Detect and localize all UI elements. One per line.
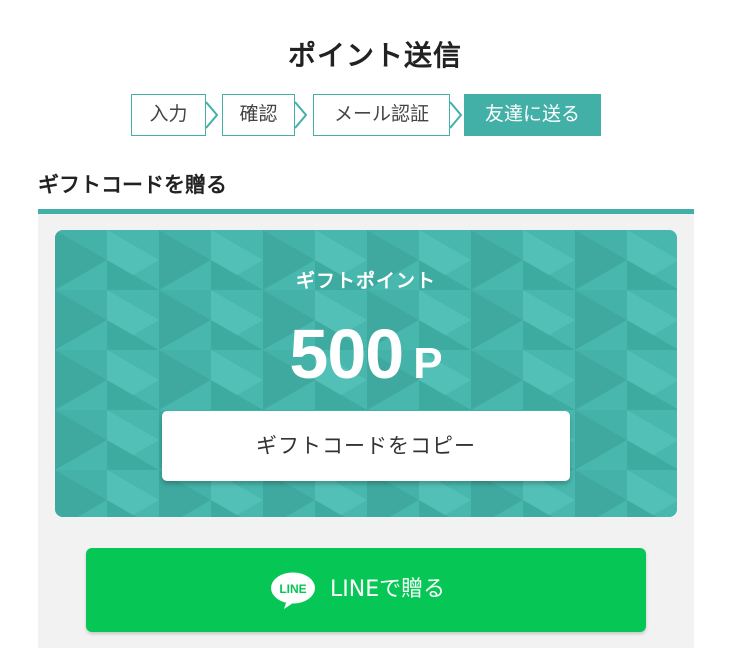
step-confirm: 確認 [222, 94, 295, 136]
step-input: 入力 [131, 94, 206, 136]
chevron-right-icon [205, 101, 219, 129]
chevron-right-icon [294, 101, 308, 129]
page-title: ポイント送信 [287, 39, 462, 72]
section-title: ギフトコードを贈る [38, 173, 227, 197]
line-logo-text: LINE [279, 582, 306, 596]
gift-point-amount: 500 P [55, 314, 677, 394]
step-send-to-friend: 友達に送る [464, 94, 601, 136]
step-mail-auth: メール認証 [313, 94, 450, 136]
chevron-right-icon [449, 101, 463, 129]
send-via-line-button[interactable]: LINE LINEで贈る [86, 548, 646, 632]
copy-gift-code-button[interactable]: ギフトコードをコピー [162, 411, 570, 481]
gift-point-value: 500 [289, 315, 404, 393]
gift-card: ギフトポイント 500 P ギフトコードをコピー [55, 230, 677, 517]
gift-point-unit: P [413, 339, 443, 388]
send-via-line-label: LINEで贈る [330, 577, 446, 602]
line-logo-icon: LINE [271, 572, 315, 609]
gift-point-label: ギフトポイント [295, 270, 436, 292]
